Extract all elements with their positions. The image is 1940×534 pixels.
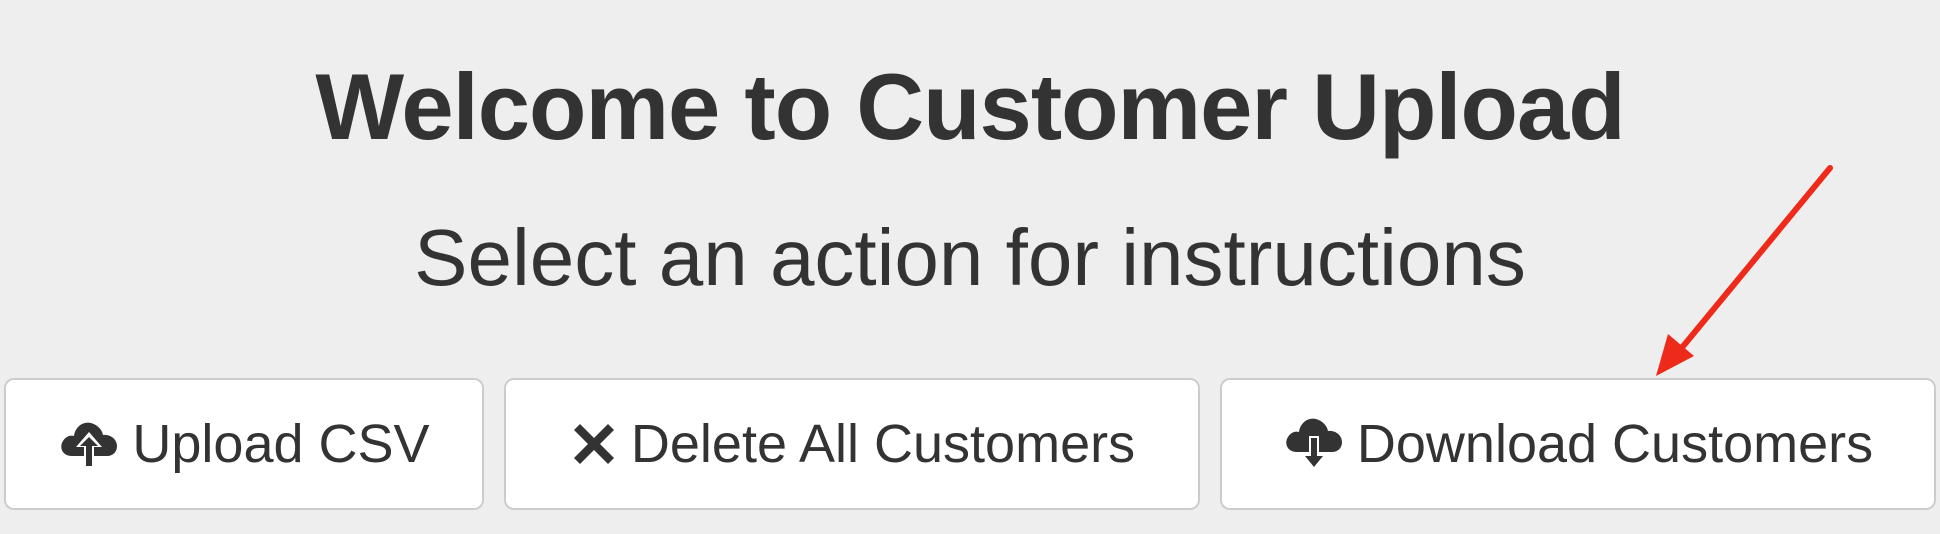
- cloud-upload-icon: [58, 416, 120, 472]
- page-title: Welcome to Customer Upload: [315, 54, 1625, 159]
- delete-all-customers-button[interactable]: Delete All Customers: [504, 378, 1200, 510]
- upload-csv-button[interactable]: Upload CSV: [4, 378, 484, 510]
- download-customers-button[interactable]: Download Customers: [1220, 378, 1936, 510]
- page-subtitle: Select an action for instructions: [414, 213, 1526, 302]
- upload-csv-label: Upload CSV: [132, 414, 430, 474]
- close-icon: [569, 419, 619, 469]
- delete-all-customers-label: Delete All Customers: [630, 414, 1136, 474]
- download-customers-label: Download Customers: [1356, 414, 1874, 474]
- cloud-download-icon: [1283, 416, 1345, 472]
